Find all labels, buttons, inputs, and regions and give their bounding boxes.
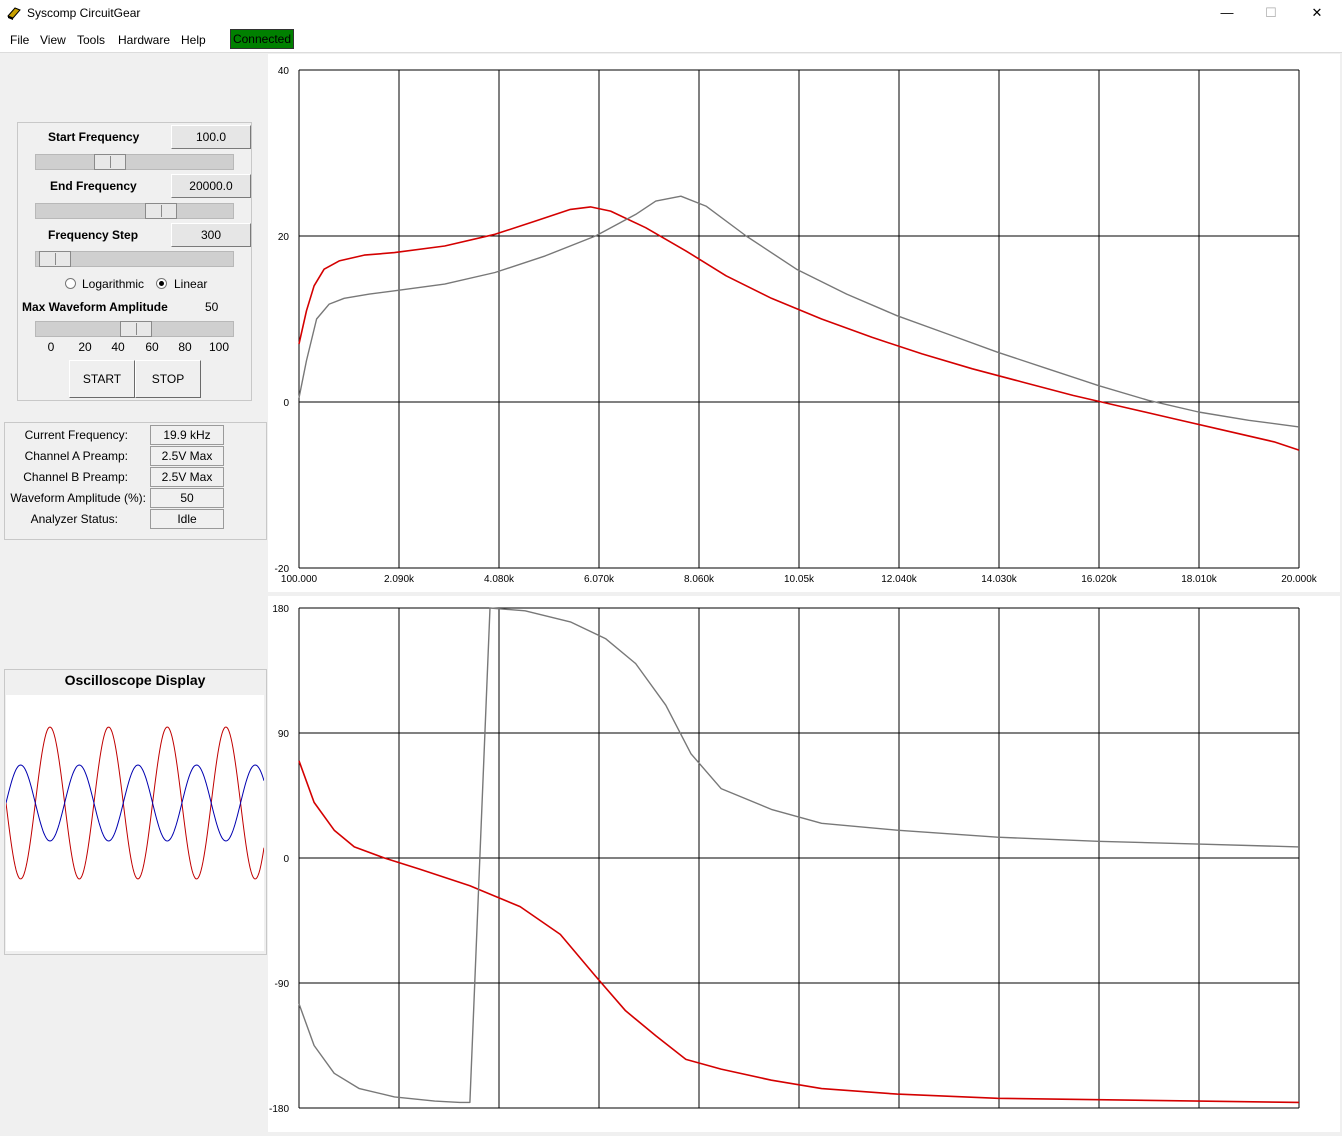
menu-view[interactable]: View [40,33,66,47]
menu-tools[interactable]: Tools [77,33,105,47]
frequency-step-slider-thumb[interactable] [39,251,71,267]
oscilloscope-display [6,695,264,951]
current-frequency-label: Current Frequency: [24,428,128,442]
phase-y-tick-label: -90 [275,979,290,990]
analyzer-status-label: Analyzer Status: [30,512,118,526]
magnitude-y-tick-label: 20 [278,232,290,243]
start-frequency-input[interactable]: 100.0 [171,125,251,149]
menu-hardware[interactable]: Hardware [118,33,170,47]
phase-y-tick-label: 180 [272,604,289,615]
end-frequency-label: End Frequency [50,179,137,193]
app-icon [7,7,21,20]
stop-button[interactable]: STOP [135,360,201,398]
title-bar: Syscomp CircuitGear — ☐ ✕ [0,0,1342,26]
start-button[interactable]: START [69,360,135,398]
start-frequency-slider-thumb[interactable] [94,154,126,170]
current-frequency-value: 19.9 kHz [150,425,224,445]
phase-y-tick-label: 90 [278,729,290,740]
linear-radio[interactable] [156,278,167,289]
magnitude-x-tick-label: 2.090k [384,574,415,585]
oscilloscope-title: Oscilloscope Display [64,672,206,688]
magnitude-x-tick-label: 6.070k [584,574,615,585]
amplitude-tick: 100 [208,340,230,354]
magnitude-y-tick-label: 0 [283,398,289,409]
channel-a-preamp-label: Channel A Preamp: [24,449,128,463]
amplitude-tick: 40 [111,340,125,354]
frequency-step-slider[interactable] [35,251,234,267]
magnitude-x-tick-label: 18.010k [1181,574,1218,585]
menu-help[interactable]: Help [181,33,206,47]
magnitude-y-tick-label: 40 [278,66,290,77]
menu-file[interactable]: File [10,33,29,47]
magnitude-x-tick-label: 14.030k [981,574,1018,585]
waveform-amplitude-value: 50 [150,488,224,508]
magnitude-x-tick-label: 10.05k [784,574,815,585]
radio-selected-dot [159,281,164,286]
phase-y-tick-label: -180 [269,1104,289,1115]
max-amplitude-label: Max Waveform Amplitude [22,300,168,314]
menu-bar: File View Tools Hardware Help [0,26,1342,53]
connection-status-badge: Connected [230,29,294,49]
amplitude-tick: 20 [78,340,92,354]
magnitude-x-tick-label: 12.040k [881,574,918,585]
max-amplitude-value: 50 [205,300,219,314]
magnitude-x-tick-label: 16.020k [1081,574,1118,585]
channel-b-preamp-value: 2.5V Max [150,467,224,487]
logarithmic-radio[interactable] [65,278,76,289]
window-title: Syscomp CircuitGear [27,6,141,20]
start-frequency-slider[interactable] [35,154,234,170]
minimize-button[interactable]: — [1204,0,1250,26]
magnitude-x-tick-label: 20.000k [1281,574,1318,585]
start-frequency-label: Start Frequency [48,130,140,144]
max-amplitude-slider[interactable] [35,321,234,337]
end-frequency-slider-thumb[interactable] [145,203,177,219]
channel-a-preamp-value: 2.5V Max [150,446,224,466]
oscilloscope-background [6,695,264,951]
maximize-button[interactable]: ☐ [1248,0,1294,26]
phase-y-tick-label: 0 [283,854,289,865]
max-amplitude-slider-thumb[interactable] [120,321,152,337]
frequency-step-input[interactable]: 300 [171,223,251,247]
channel-b-preamp-label: Channel B Preamp: [23,470,128,484]
end-frequency-input[interactable]: 20000.0 [171,174,251,198]
magnitude-x-tick-label: 8.060k [684,574,715,585]
logarithmic-label: Logarithmic [82,277,145,291]
amplitude-tick: 60 [145,340,159,354]
close-button[interactable]: ✕ [1294,0,1340,26]
linear-label: Linear [174,277,208,291]
phase-chart: 180 90 0 -90 -180 [269,604,1300,1115]
waveform-amplitude-label: Waveform Amplitude (%): [10,491,146,505]
analyzer-status-value: Idle [150,509,224,529]
amplitude-tick: 0 [47,340,55,354]
magnitude-x-tick-label: 4.080k [484,574,515,585]
end-frequency-slider[interactable] [35,203,234,219]
magnitude-chart: 40200-20100.000 2.090k 4.080k 6.070k 8.060k 1… [275,66,1318,585]
frequency-step-label: Frequency Step [48,228,139,242]
magnitude-x-tick-label: 100.000 [281,574,318,585]
amplitude-tick: 80 [178,340,192,354]
